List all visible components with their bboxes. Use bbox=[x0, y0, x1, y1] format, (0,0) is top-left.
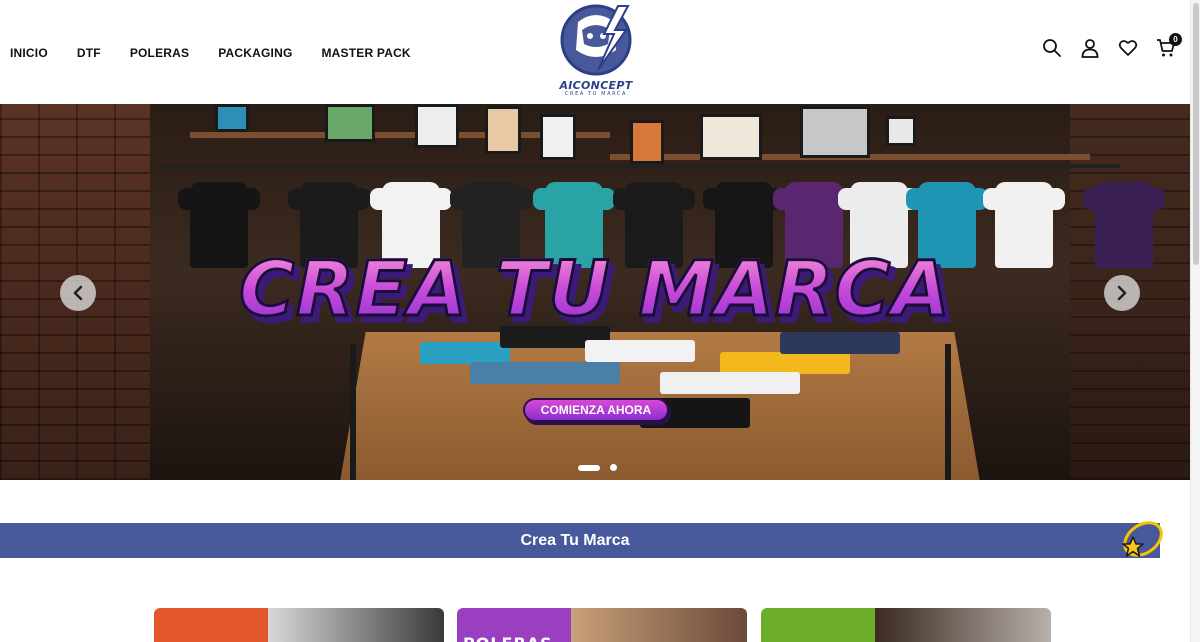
page-scrollbar[interactable] bbox=[1190, 0, 1200, 642]
search-icon[interactable] bbox=[1042, 38, 1062, 58]
header-actions: 0 bbox=[1042, 33, 1182, 58]
category-card[interactable] bbox=[761, 608, 1051, 642]
cta-button[interactable]: COMIENZA AHORA bbox=[523, 398, 669, 422]
brand-logo[interactable]: AICONCEPT CREA TU MARCA bbox=[548, 0, 644, 100]
hero-table-leg bbox=[350, 344, 356, 480]
hero-poster bbox=[700, 114, 762, 160]
slider-dot-active[interactable] bbox=[578, 464, 600, 471]
heart-icon[interactable] bbox=[1118, 38, 1138, 58]
category-card-color bbox=[761, 608, 875, 642]
category-card-color bbox=[154, 608, 268, 642]
cart-icon[interactable]: 0 bbox=[1156, 33, 1182, 58]
scrollbar-thumb[interactable] bbox=[1193, 3, 1199, 265]
nav-item-poleras[interactable]: POLERAS bbox=[130, 46, 189, 60]
slider-dot[interactable] bbox=[610, 464, 617, 471]
hero-headline: CREA TU MARCA bbox=[0, 243, 1190, 335]
site-header: INICIO DTF POLERAS PACKAGING MASTER PACK… bbox=[0, 0, 1190, 104]
hero-folded-shirts bbox=[470, 362, 620, 384]
hero-poster bbox=[800, 106, 870, 158]
slider-next-button[interactable] bbox=[1104, 275, 1140, 311]
category-card[interactable]: POLERAS bbox=[457, 608, 747, 642]
hero-poster bbox=[415, 104, 459, 148]
category-card-image bbox=[571, 608, 747, 642]
category-card-image bbox=[268, 608, 444, 642]
nav-item-master-pack[interactable]: MASTER PACK bbox=[321, 46, 410, 60]
nav-item-dtf[interactable]: DTF bbox=[77, 46, 101, 60]
chevron-left-icon bbox=[73, 285, 83, 301]
hero-poster bbox=[325, 104, 375, 142]
hero-folded-shirts bbox=[420, 342, 510, 364]
hero-table-leg bbox=[945, 344, 951, 480]
hero-poster bbox=[215, 104, 249, 132]
user-icon[interactable] bbox=[1080, 38, 1100, 58]
section-title: Crea Tu Marca bbox=[520, 532, 630, 549]
hero-clothing-rail bbox=[160, 164, 1120, 168]
hero-folded-shirts bbox=[720, 352, 850, 374]
nav-item-inicio[interactable]: INICIO bbox=[10, 46, 48, 60]
nav-item-packaging[interactable]: PACKAGING bbox=[218, 46, 292, 60]
cart-count-badge: 0 bbox=[1169, 33, 1182, 46]
slider-dots bbox=[578, 464, 617, 471]
section-banner: Crea Tu Marca bbox=[0, 523, 1160, 558]
main-nav: INICIO DTF POLERAS PACKAGING MASTER PACK bbox=[10, 46, 440, 60]
hero-folded-shirts bbox=[585, 340, 695, 362]
logo-tagline: CREA TU MARCA bbox=[564, 91, 628, 97]
hero-poster bbox=[630, 120, 664, 164]
hero-folded-shirts bbox=[780, 332, 900, 354]
chevron-right-icon bbox=[1117, 285, 1127, 301]
category-card-image bbox=[875, 608, 1051, 642]
category-card[interactable] bbox=[154, 608, 444, 642]
logo-mascot-icon bbox=[560, 4, 632, 76]
hero-poster bbox=[886, 116, 916, 146]
hero-folded-shirts bbox=[660, 372, 800, 394]
slider-prev-button[interactable] bbox=[60, 275, 96, 311]
hero-poster bbox=[485, 106, 521, 154]
category-card-label: POLERAS bbox=[463, 634, 553, 642]
hero-poster bbox=[540, 114, 576, 160]
star-orbit-icon bbox=[1122, 521, 1163, 557]
hero-slider: CREA TU MARCA COMIENZA AHORA bbox=[0, 104, 1190, 480]
